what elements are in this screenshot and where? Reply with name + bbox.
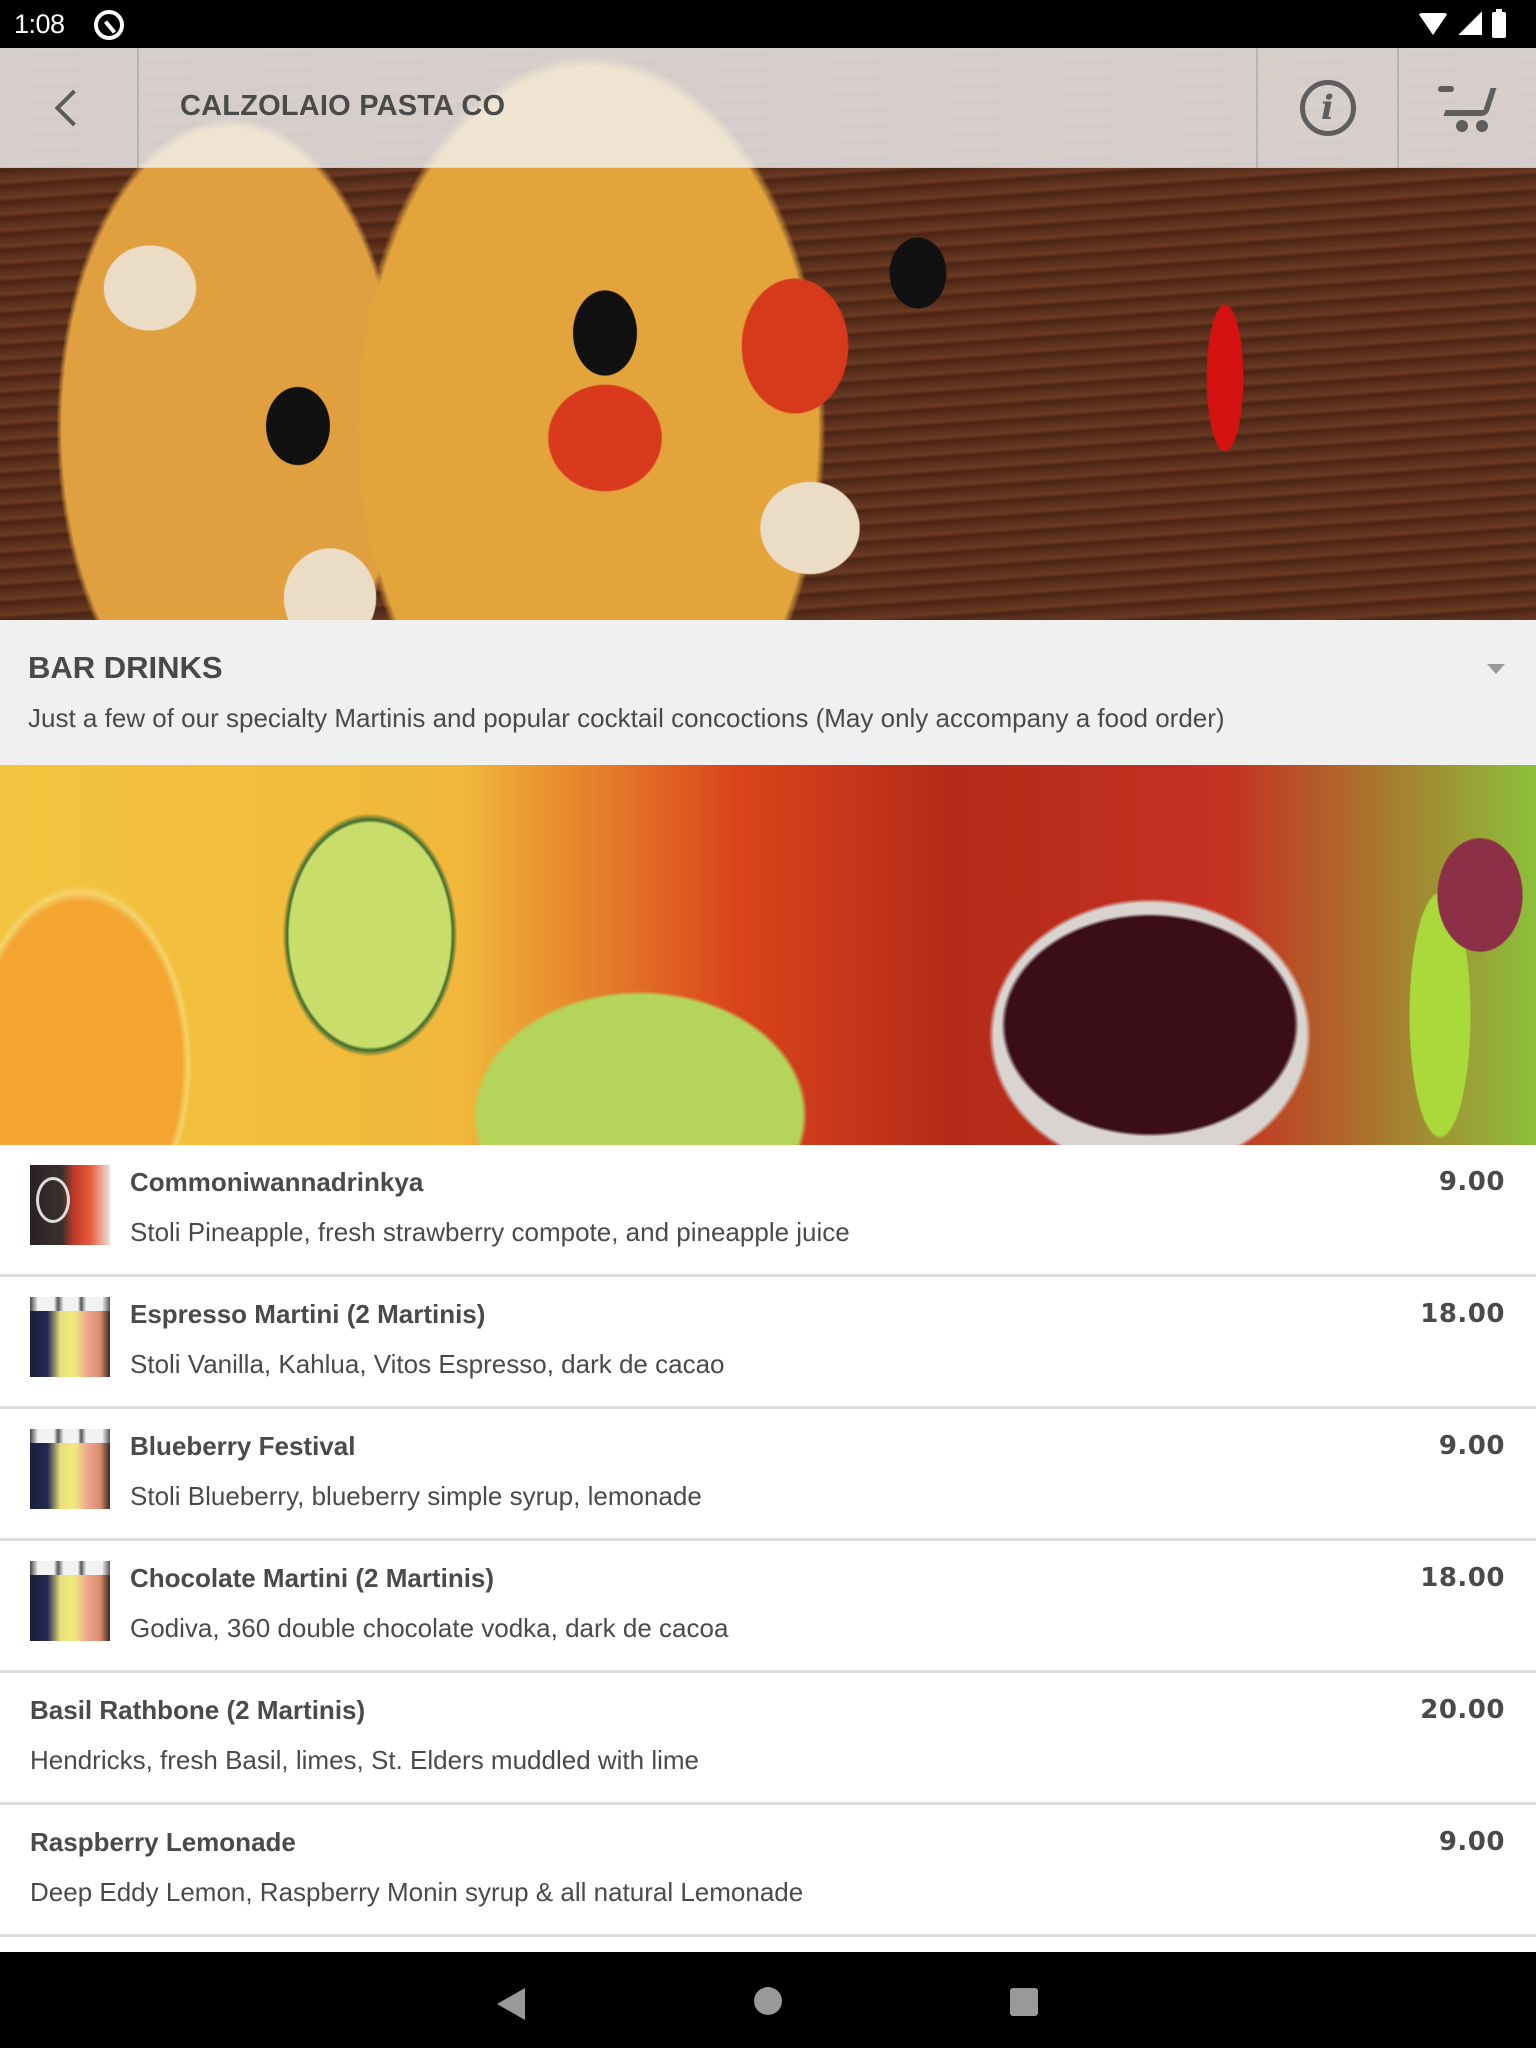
menu-list: Commoniwannadrinkya Stoli Pineapple, fre… bbox=[0, 1145, 1536, 1937]
category-description: Just a few of our specialty Martinis and… bbox=[28, 703, 1225, 733]
item-name: Blueberry Festival bbox=[130, 1431, 356, 1461]
cart-button[interactable] bbox=[1397, 48, 1536, 168]
status-bar: 1:08 bbox=[0, 0, 1536, 48]
category-banner-image bbox=[0, 765, 1536, 1145]
menu-item[interactable]: Basil Rathbone (2 Martinis) Hendricks, f… bbox=[0, 1673, 1536, 1805]
page-title: CALZOLAIO PASTA CO bbox=[180, 90, 506, 122]
battery-icon bbox=[1492, 9, 1506, 38]
item-thumbnail bbox=[30, 1297, 110, 1377]
menu-item[interactable]: Chocolate Martini (2 Martinis) Godiva, 3… bbox=[0, 1541, 1536, 1673]
back-button[interactable] bbox=[0, 48, 139, 168]
status-time: 1:08 bbox=[14, 9, 65, 39]
item-price: 9.00 bbox=[1438, 1167, 1505, 1197]
recents-icon[interactable] bbox=[1010, 1988, 1038, 2016]
item-description: Hendricks, fresh Basil, limes, St. Elder… bbox=[30, 1745, 700, 1775]
item-description: Stoli Pineapple, fresh strawberry compot… bbox=[130, 1217, 850, 1247]
app-notification-icon bbox=[94, 10, 124, 40]
item-name: Espresso Martini (2 Martinis) bbox=[130, 1299, 486, 1329]
item-description: Stoli Vanilla, Kahlua, Vitos Espresso, d… bbox=[130, 1349, 725, 1379]
info-button[interactable]: i bbox=[1256, 48, 1397, 168]
item-name: Chocolate Martini (2 Martinis) bbox=[130, 1563, 495, 1593]
chevron-left-icon bbox=[54, 89, 91, 127]
item-price: 18.00 bbox=[1420, 1563, 1505, 1593]
menu-item[interactable]: Raspberry Lemonade Deep Eddy Lemon, Rasp… bbox=[0, 1805, 1536, 1937]
item-price: 18.00 bbox=[1420, 1299, 1505, 1329]
item-description: Stoli Blueberry, blueberry simple syrup,… bbox=[130, 1481, 702, 1511]
item-name: Basil Rathbone (2 Martinis) bbox=[30, 1695, 366, 1725]
item-thumbnail bbox=[30, 1429, 110, 1509]
menu-item[interactable]: Espresso Martini (2 Martinis) Stoli Vani… bbox=[0, 1277, 1536, 1409]
app-header: CALZOLAIO PASTA CO i bbox=[0, 48, 1536, 168]
category-title: BAR DRINKS bbox=[28, 650, 223, 685]
item-name: Raspberry Lemonade bbox=[30, 1827, 296, 1857]
home-icon[interactable] bbox=[754, 1987, 782, 2015]
wifi-icon bbox=[1418, 13, 1448, 35]
item-price: 20.00 bbox=[1420, 1695, 1505, 1725]
item-description: Deep Eddy Lemon, Raspberry Monin syrup &… bbox=[30, 1877, 804, 1907]
status-icons bbox=[1418, 9, 1506, 38]
signal-icon bbox=[1458, 11, 1482, 35]
cart-icon bbox=[1437, 82, 1498, 134]
info-icon: i bbox=[1299, 80, 1356, 136]
system-nav-bar bbox=[0, 1952, 1536, 2048]
menu-item[interactable]: Commoniwannadrinkya Stoli Pineapple, fre… bbox=[0, 1145, 1536, 1277]
menu-item[interactable]: Blueberry Festival Stoli Blueberry, blue… bbox=[0, 1409, 1536, 1541]
item-price: 9.00 bbox=[1438, 1827, 1505, 1857]
category-header[interactable]: BAR DRINKS Just a few of our specialty M… bbox=[0, 620, 1536, 765]
item-thumbnail bbox=[30, 1561, 110, 1641]
caret-down-icon[interactable] bbox=[1487, 664, 1505, 674]
item-price: 9.00 bbox=[1438, 1431, 1505, 1461]
item-thumbnail bbox=[30, 1165, 110, 1245]
back-icon[interactable] bbox=[497, 1988, 525, 2020]
item-description: Godiva, 360 double chocolate vodka, dark… bbox=[130, 1613, 729, 1643]
item-name: Commoniwannadrinkya bbox=[130, 1167, 424, 1197]
